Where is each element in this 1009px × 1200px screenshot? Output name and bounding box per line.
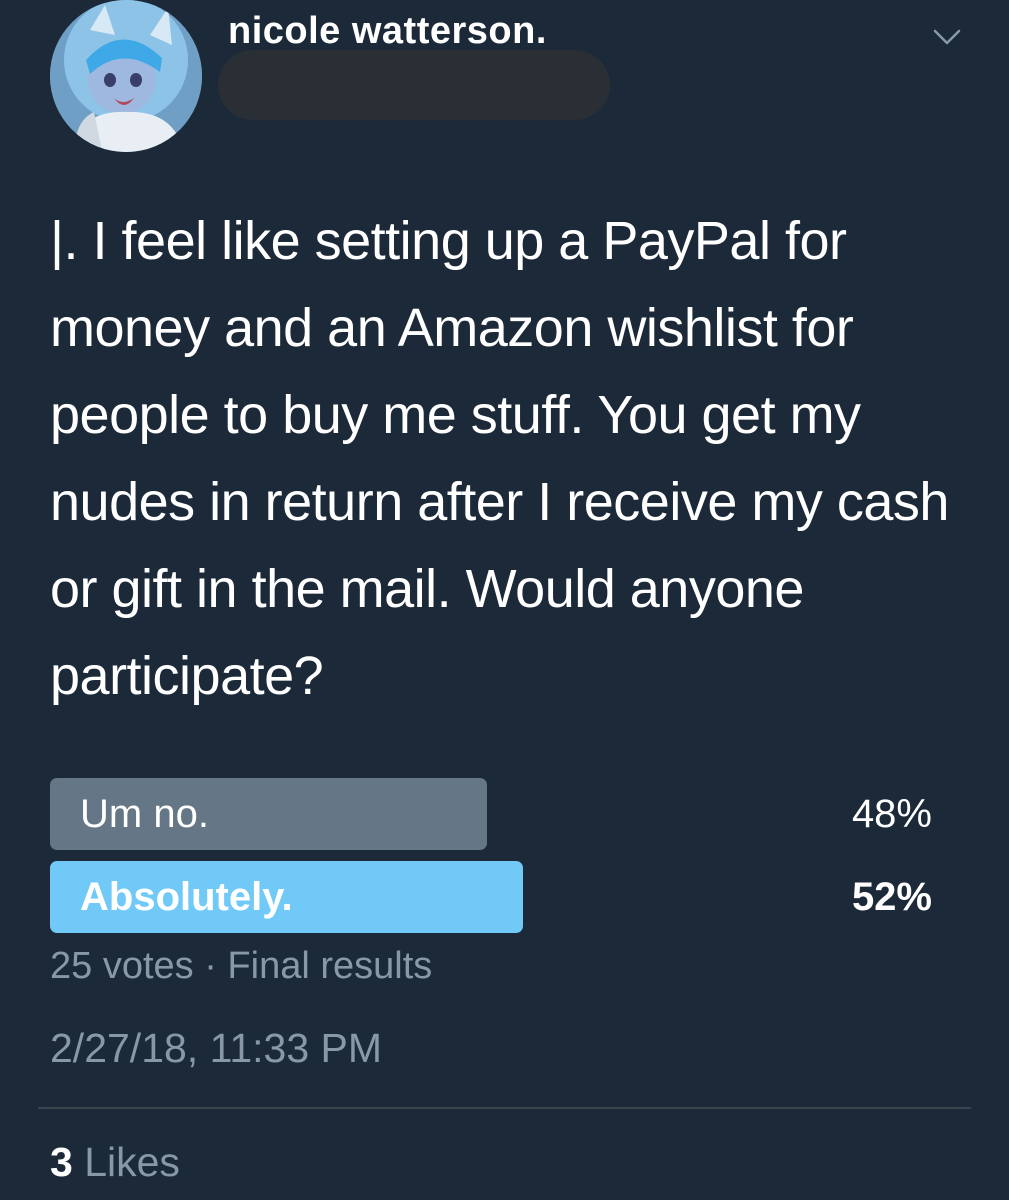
poll-summary: 25 votes · Final results [50,945,433,987]
likes-label: Likes [84,1139,180,1185]
tweet-detail-view: nicole watterson. |. I feel like setting… [0,0,1009,1200]
tweet-text: |. I feel like setting up a PayPal for m… [50,211,949,706]
poll-option-percent: 48% [851,792,932,836]
chevron-down-icon[interactable] [930,22,964,50]
poll-option-absolutely: Absolutely. 52% [50,861,940,933]
likes-number: 3 [50,1139,73,1185]
avatar[interactable] [50,0,202,152]
poll-option-percent: 52% [851,875,932,919]
likes-count[interactable]: 3 Likes [50,1139,180,1186]
poll-option-label: Um no. [80,792,209,836]
tweet-timestamp[interactable]: 2/27/18, 11:33 PM [50,1025,382,1072]
avatar-cartoon-character-icon [50,0,202,152]
display-name[interactable]: nicole watterson. [228,10,547,53]
divider [38,1107,971,1109]
redacted-handle [218,50,610,120]
poll-option-um-no: Um no. 48% [50,778,940,850]
poll-option-label: Absolutely. [80,875,293,919]
